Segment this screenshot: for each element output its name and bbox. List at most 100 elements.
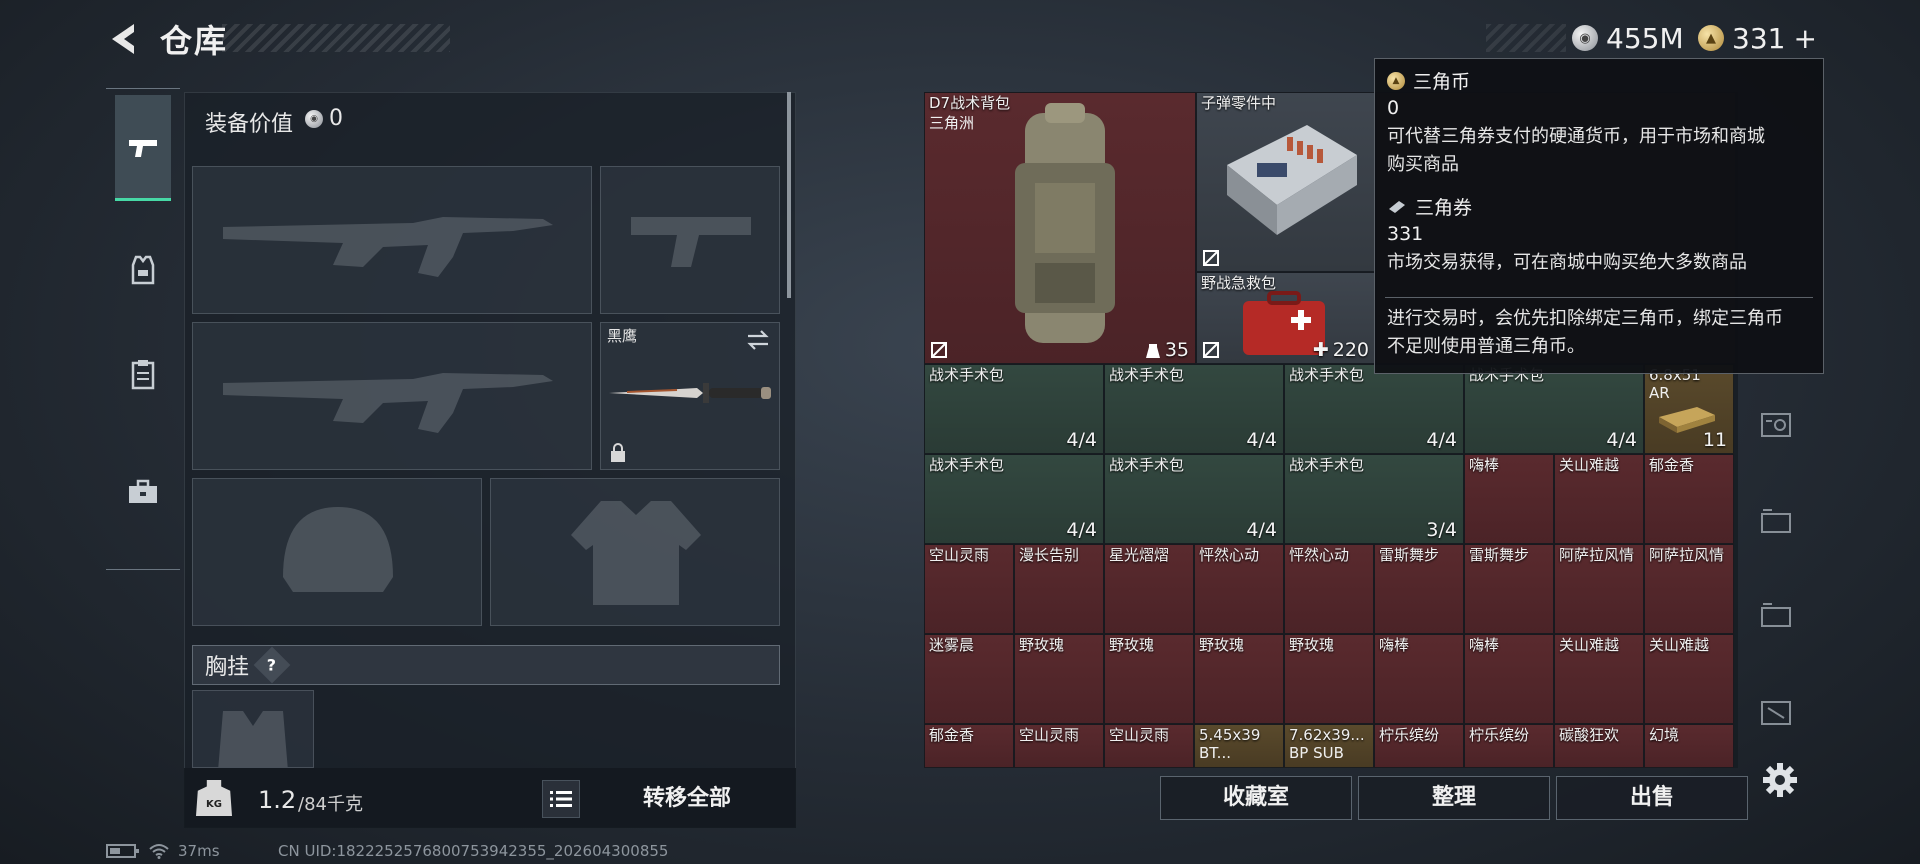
triangle-coin-icon: ▲ [1387,71,1405,90]
item-count: 4/4 [1066,519,1097,541]
gold-coin-icon: ▲ [1698,25,1724,51]
chest-rig-header: 胸挂 ? [192,645,780,685]
inventory-item-drink[interactable]: 幻境 [1644,724,1734,768]
ticket-value: 331 [1387,223,1424,245]
case-level-3-icon[interactable] [1758,692,1794,728]
transfer-all-button[interactable]: 转移全部 [612,782,762,816]
inventory-item-surgery-kit[interactable]: 战术手术包 4/4 [1104,364,1284,454]
inventory-item-drink[interactable]: 碳酸狂欢 [1554,724,1644,768]
settings-gear-icon[interactable] [1760,760,1800,800]
inventory-item-drink[interactable]: 雷斯舞步 [1374,544,1464,634]
item-name: 5.45x39 [1199,726,1261,744]
pistol-slot[interactable] [600,166,780,314]
gold-currency[interactable]: ▲ 331 + [1698,20,1817,56]
inventory-item-field-kit[interactable]: 野战急救包 ✚ 220 [1196,272,1376,364]
item-name: 关山难越 [1649,636,1710,654]
inventory-item-surgery-kit[interactable]: 战术手术包 4/4 [924,454,1104,544]
equip-value-coin-icon: ◉ [305,110,323,128]
inventory-item-drink[interactable]: 怦然心动 [1284,544,1374,634]
sell-button[interactable]: 出售 [1556,776,1748,820]
inventory-item-drink[interactable]: 野玫瑰 [1014,634,1104,724]
body-armor-slot[interactable] [490,478,780,626]
inventory-item-surgery-kit[interactable]: 战术手术包 4/4 [1284,364,1464,454]
inventory-item-ammo[interactable]: 7.62x39... BP SUB [1284,724,1374,768]
inventory-item-surgery-kit[interactable]: 战术手术包 4/4 [1464,364,1644,454]
melee-slot[interactable]: 黑鹰 [600,322,780,470]
inventory-item-backpack[interactable]: D7战术背包 三角洲 35 [924,92,1196,364]
item-name: 雷斯舞步 [1379,546,1440,564]
tab-toolbox[interactable] [115,439,171,545]
inventory-item-surgery-kit[interactable]: 战术手术包 4/4 [924,364,1104,454]
inventory-item-ammo[interactable]: 5.45x39 BT... [1194,724,1284,768]
inventory-item-ammo[interactable]: 6.8x51 AR 11 [1644,364,1734,454]
item-name: 雷斯舞步 [1469,546,1530,564]
help-icon[interactable]: ? [253,646,291,684]
item-name: 野玫瑰 [1289,636,1335,654]
back-button[interactable] [104,18,146,60]
header-stripe [1486,24,1566,52]
inventory-item-drink[interactable]: 阿萨拉风情 [1644,544,1734,634]
swap-icon[interactable] [745,329,771,351]
item-name: 空山灵雨 [1019,726,1080,744]
case-level-4b-icon[interactable] [1758,596,1794,632]
inventory-item-ammo-parts[interactable]: 子弹零件中 [1196,92,1376,272]
item-name: 空山灵雨 [929,546,990,564]
inventory-item-drink[interactable]: 怦然心动 [1194,544,1284,634]
inventory-item-drink[interactable]: 阿萨拉风情 [1554,544,1644,634]
inventory-item-surgery-kit[interactable]: 战术手术包 4/4 [1104,454,1284,544]
inventory-item-drink[interactable]: 郁金香 [1644,454,1734,544]
list-view-button[interactable] [542,780,580,818]
helmet-slot[interactable] [192,478,482,626]
inventory-item-drink[interactable]: 雷斯舞步 [1464,544,1554,634]
chest-rig-slot[interactable] [192,690,314,768]
list-icon [550,791,572,807]
inventory-item-drink[interactable]: 空山灵雨 [924,544,1014,634]
item-count: 4/4 [1246,429,1277,451]
lock-icon [611,443,625,462]
add-currency-icon[interactable]: + [1793,22,1816,55]
item-count: ✚ 220 [1312,339,1369,361]
inventory-item-drink[interactable]: 郁金香 [924,724,1014,768]
inventory-item-drink[interactable]: 空山灵雨 [1104,724,1194,768]
pistol-icon [129,139,157,157]
chest-rig-label: 胸挂 [205,655,250,680]
safe-box-icon[interactable] [1758,406,1794,442]
inventory-item-drink[interactable]: 野玫瑰 [1284,634,1374,724]
collection-room-button[interactable]: 收藏室 [1160,776,1352,820]
inventory-item-drink[interactable]: 野玫瑰 [1194,634,1284,724]
tab-weapons[interactable] [115,95,171,201]
inventory-item-drink[interactable]: 嗨棒 [1464,454,1554,544]
helmet-silhouette-icon [283,507,393,592]
inventory-item-drink[interactable]: 关山难越 [1554,454,1644,544]
inventory-item-drink[interactable]: 空山灵雨 [1014,724,1104,768]
inventory-item-surgery-kit[interactable]: 战术手术包 3/4 [1284,454,1464,544]
silver-currency[interactable]: ◉ 455M [1572,20,1684,56]
case-level-4-icon[interactable] [1758,502,1794,538]
inventory-item-drink[interactable]: 柠乐缤纷 [1464,724,1554,768]
inventory-item-drink[interactable]: 迷雾晨 [924,634,1014,724]
ticket-desc: 市场交易获得，可在商城中购买绝大多数商品 [1387,252,1747,273]
secondary-weapon-slot[interactable] [192,322,592,470]
inventory-item-drink[interactable]: 关山难越 [1554,634,1644,724]
item-name: 郁金香 [1649,456,1695,474]
item-name: 战术手术包 [929,366,1005,384]
item-name: 野玫瑰 [1109,636,1155,654]
primary-weapon-slot[interactable] [192,166,592,314]
rifle-silhouette-icon [223,217,553,277]
sort-button[interactable]: 整理 [1358,776,1550,820]
inventory-item-drink[interactable]: 漫长告别 [1014,544,1104,634]
tab-clipboard[interactable] [115,321,171,427]
inventory-item-drink[interactable]: 嗨棒 [1374,634,1464,724]
inventory-item-drink[interactable]: 柠乐缤纷 [1374,724,1464,768]
equipment-scrollbar[interactable] [787,92,791,298]
inventory-item-drink[interactable]: 嗨棒 [1464,634,1554,724]
tab-armor[interactable] [115,217,171,323]
inventory-item-drink[interactable]: 野玫瑰 [1104,634,1194,724]
chest-rig-silhouette-icon [218,711,288,767]
inventory-item-drink[interactable]: 星光熠熠 [1104,544,1194,634]
tooltip-divider [1385,297,1813,298]
silver-currency-value: 455M [1606,21,1684,55]
inventory-item-drink[interactable]: 关山难越 [1644,634,1734,724]
item-name: 怦然心动 [1289,546,1350,564]
item-name: 嗨棒 [1469,636,1500,654]
